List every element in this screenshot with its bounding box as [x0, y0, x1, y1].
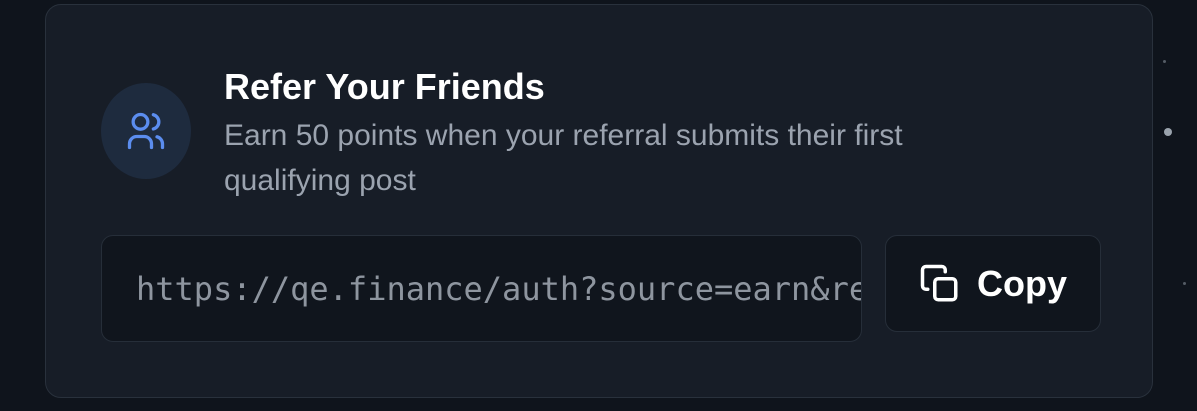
copy-icon: [919, 263, 961, 305]
card-title: Refer Your Friends: [224, 66, 545, 107]
background-dot: [1164, 128, 1172, 136]
background-dot: [1163, 60, 1166, 63]
copy-button[interactable]: Copy: [885, 235, 1101, 332]
referral-card: Refer Your Friends Earn 50 points when y…: [45, 4, 1153, 398]
card-description: Earn 50 points when your referral submit…: [224, 119, 903, 197]
background-dot: [1183, 282, 1186, 285]
copy-button-label: Copy: [977, 262, 1067, 304]
users-icon: [124, 109, 168, 153]
referral-link-input[interactable]: [136, 236, 861, 341]
page: Refer Your Friends Earn 50 points when y…: [0, 0, 1197, 411]
users-icon-badge: [101, 83, 191, 179]
referral-link-field: [101, 235, 862, 342]
